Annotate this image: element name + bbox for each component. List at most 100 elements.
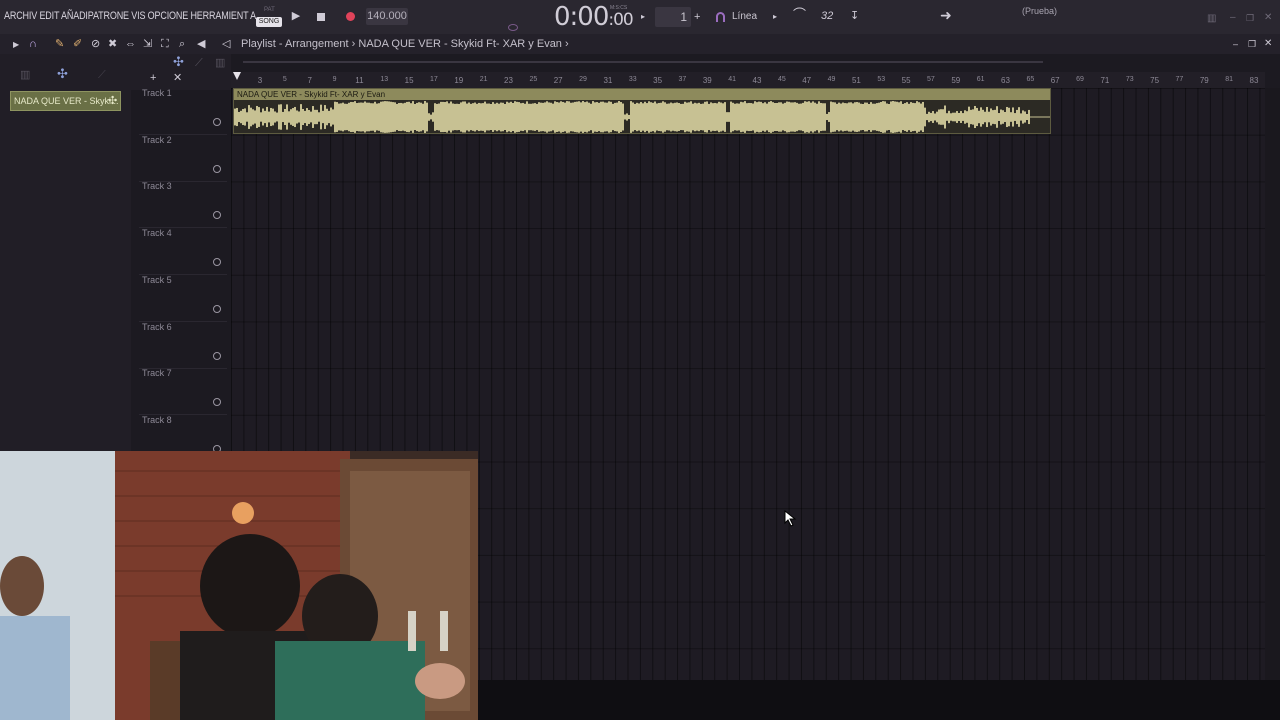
snap-arrow-icon[interactable]: ▸ (773, 10, 777, 24)
ruler-bar-number: 13 (380, 76, 389, 83)
track-enable-icon[interactable] (213, 304, 221, 313)
restore-icon[interactable]: ❐ (1246, 11, 1254, 25)
playlist-menu-arrow-icon[interactable]: ▶ (13, 38, 19, 52)
waveform-sample (702, 103, 704, 131)
mute-icon[interactable]: ✖ (108, 37, 117, 51)
track-audio-icon[interactable]: ✣ (173, 55, 184, 69)
magnet-icon[interactable] (716, 12, 725, 22)
speaker-icon[interactable]: ◀ (197, 37, 205, 51)
waveform-sample (544, 102, 546, 132)
waveform-sample (792, 102, 794, 132)
playlist-close-icon[interactable]: ✕ (1264, 37, 1272, 51)
track-header[interactable]: Track 4 (139, 228, 227, 276)
stop-icon[interactable] (317, 13, 325, 21)
waveform-sample (272, 108, 274, 126)
playhead-marker[interactable] (233, 72, 241, 80)
playlist-maximize-icon[interactable]: ❐ (1248, 37, 1256, 51)
curve-icon[interactable]: ⌒ (793, 8, 806, 22)
ruler-bar-number: 9 (332, 76, 337, 83)
waveform-sample (580, 102, 582, 132)
waveform-sample (764, 102, 766, 132)
waveform-sample (836, 103, 838, 131)
waveform-sample (380, 101, 382, 133)
waveform-sample (640, 102, 642, 132)
track-header[interactable]: Track 3 (139, 181, 227, 229)
track-pattern-icon[interactable]: ▥ (215, 56, 225, 70)
menu-item-archivo[interactable]: ARCHIV (4, 10, 37, 22)
ruler-bar-number: 25 (529, 76, 538, 83)
waveform-sample (998, 113, 1000, 121)
zoom-icon[interactable]: ⌕ (179, 37, 185, 51)
waveform-sample (678, 103, 680, 131)
pattern-prev-icon[interactable]: ▸ (641, 10, 645, 24)
waveform-sample (634, 103, 636, 131)
delete-icon[interactable]: ⊘ (91, 37, 100, 51)
waveform-sample (970, 109, 972, 125)
picker-clip-item[interactable]: NADA QUE VER - Skyki... (10, 91, 121, 111)
automation-picker-icon[interactable]: ⟋ (98, 68, 106, 82)
track-enable-icon[interactable] (213, 258, 221, 267)
arrow-right-icon[interactable]: ➜ (940, 8, 952, 22)
waveform-sample (930, 112, 932, 122)
add-pattern-icon[interactable]: + (694, 10, 700, 24)
waveform-sample (710, 102, 712, 132)
minimize-icon[interactable]: – (1230, 11, 1236, 25)
menu-item-vista[interactable]: VIS (131, 10, 145, 22)
track-header[interactable]: Track 1 (139, 88, 227, 135)
menu-item-opciones[interactable]: OPCIONE (148, 10, 189, 22)
waveform-sample (700, 103, 702, 131)
track-enable-icon[interactable] (213, 211, 221, 220)
track-header[interactable]: Track 6 (139, 322, 227, 369)
add-track-icon[interactable]: + (150, 71, 156, 85)
cpu-meter: 32 (821, 10, 834, 22)
audio-picker-icon[interactable]: ✣ (57, 67, 68, 81)
waveform-sample (266, 106, 268, 128)
close-icon[interactable]: ✕ (1264, 11, 1272, 25)
waveform-sample (950, 113, 952, 121)
remove-track-icon[interactable]: ✕ (173, 71, 182, 85)
ruler-bar-number: 81 (1225, 76, 1234, 83)
waveform-sample (402, 103, 404, 131)
track-header[interactable]: Track 7 (139, 368, 227, 416)
horizontal-scroll[interactable] (231, 58, 1265, 66)
waveform-sample (868, 103, 870, 131)
playlist-icon[interactable]: ◁ (222, 37, 230, 51)
playlist-minimize-icon[interactable]: – (1233, 37, 1238, 51)
track-header[interactable]: Track 2 (139, 135, 227, 182)
snap-selector[interactable]: Línea (732, 11, 757, 22)
waveform-sample (454, 103, 456, 131)
track-automation-icon[interactable]: ⟋ (195, 56, 203, 70)
menu-item-edit[interactable]: EDIT (39, 10, 59, 22)
magnet-snap-icon[interactable]: ∩ (29, 37, 37, 51)
trash-icon[interactable]: ▥ (1207, 12, 1216, 26)
record-icon[interactable] (346, 12, 355, 21)
waveform-sample (572, 102, 574, 132)
download-icon[interactable]: ↧ (850, 9, 859, 23)
pattern-selector[interactable]: 1 (655, 7, 691, 27)
track-enable-icon[interactable] (213, 164, 221, 173)
track-enable-icon[interactable] (213, 351, 221, 360)
track-enable-icon[interactable] (213, 118, 221, 126)
waveform-sample (260, 112, 262, 122)
menu-item-anadir[interactable]: AÑADI (61, 10, 88, 22)
waveform-sample (404, 102, 406, 132)
track-enable-icon[interactable] (213, 398, 221, 407)
waveform-sample (658, 102, 660, 132)
tempo-display[interactable]: 140.000 (366, 8, 408, 25)
select-icon[interactable]: ⛶ (161, 37, 169, 51)
pattern-picker-icon[interactable]: ▥ (20, 68, 30, 82)
timeline-ruler[interactable]: 3 5 7 9 11 13 15 17 19 21 23 25 27 29 31 33 35 37 39 41 43 45… (231, 72, 1265, 88)
audio-clip[interactable]: NADA QUE VER - Skykid Ft- XAR y Evan (233, 88, 1051, 134)
slip-icon[interactable]: ⇔ (125, 37, 136, 51)
waveform-sample (500, 102, 502, 132)
slice-icon[interactable]: ⇲ (143, 37, 152, 51)
menu-item-patrones[interactable]: PATRONE (88, 10, 129, 22)
pat-song-switch[interactable]: PAT SONG (256, 7, 282, 29)
play-icon[interactable]: ▶ (289, 9, 303, 23)
track-header[interactable]: Track 5 (139, 275, 227, 322)
pencil-icon[interactable]: ✎ (55, 37, 64, 51)
vertical-scrollbar[interactable] (1265, 88, 1280, 680)
menu-item-herramientas[interactable]: HERRAMIENT (190, 10, 248, 22)
brush-icon[interactable]: ✐ (73, 37, 82, 51)
metronome-icon[interactable] (508, 24, 518, 31)
